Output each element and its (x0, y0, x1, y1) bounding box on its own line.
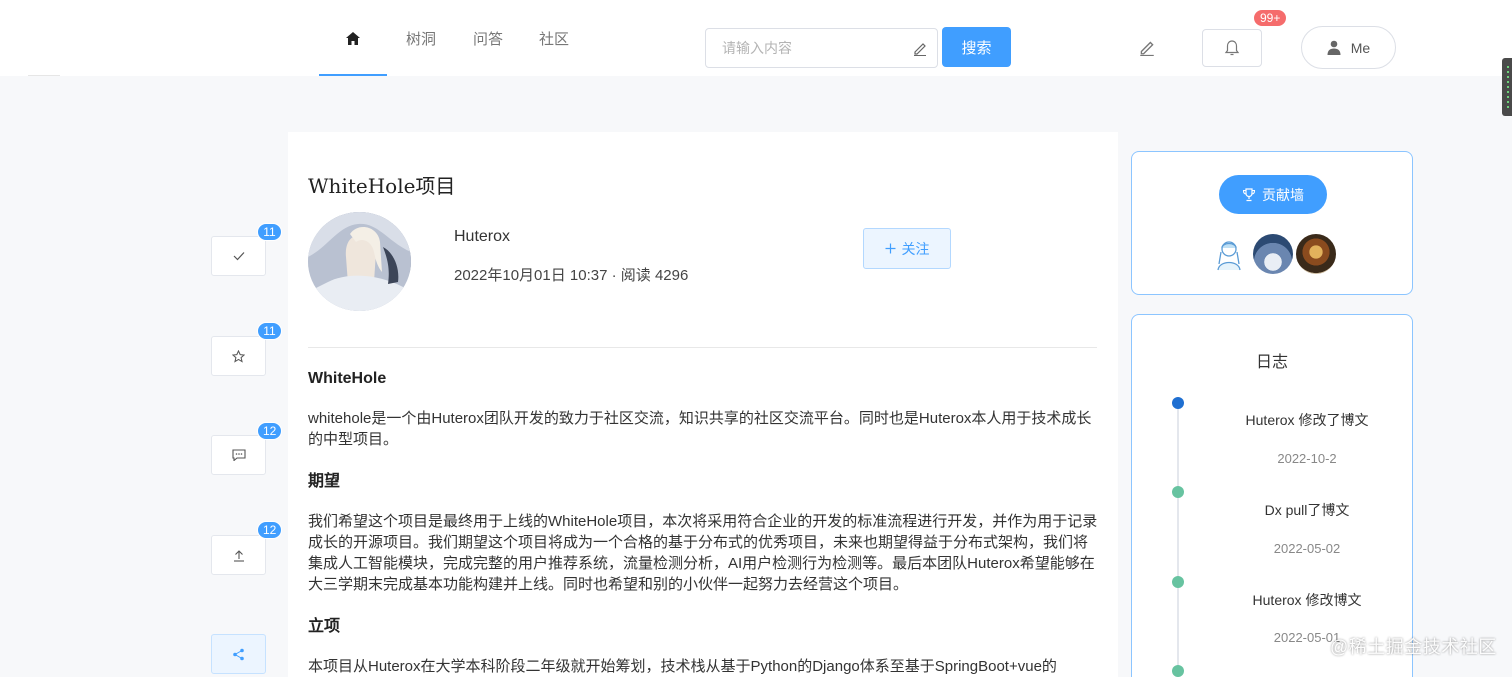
divider (28, 75, 60, 76)
comment-count-badge: 12 (257, 422, 283, 440)
log-card: 日志 Huterox 修改了博文 2022-10-2 Dx pull了博文 20… (1131, 314, 1413, 677)
like-count-badge: 11 (257, 223, 282, 241)
follow-button[interactable]: 关注 (863, 228, 951, 269)
log-entry-text[interactable]: Huterox 修改博文 (1222, 590, 1392, 610)
timeline-dot (1172, 576, 1184, 588)
nav-treehole[interactable]: 树洞 (398, 0, 444, 76)
nav-community[interactable]: 社区 (532, 0, 576, 76)
log-title: 日志 (1255, 354, 1288, 371)
contribution-wall-card: 贡献墙 (1131, 151, 1413, 295)
bell-icon (1224, 40, 1240, 56)
trophy-icon (1242, 187, 1256, 201)
contributor-avatar[interactable] (1209, 234, 1249, 274)
upload-icon (233, 549, 244, 562)
avatar-illustration (308, 212, 411, 311)
article-panel: WhiteHole项目 Huterox 2022年10月01日 10:37 · … (288, 132, 1118, 677)
divider (308, 347, 1097, 348)
pen-icon (1140, 41, 1154, 56)
nav-home[interactable] (319, 0, 387, 76)
notifications-button[interactable] (1202, 29, 1262, 67)
contribution-wall-label: 贡献墙 (1262, 186, 1304, 203)
section-paragraph: 我们希望这个项目是最终用于上线的WhiteHole项目，本次将采用符合企业的开发… (308, 513, 1098, 593)
section-heading: WhiteHole (308, 370, 387, 387)
user-icon (1327, 40, 1341, 55)
search-button[interactable]: 搜索 (942, 27, 1011, 67)
share-icon (233, 648, 244, 660)
log-entry-date: 2022-10-2 (1277, 451, 1337, 466)
timeline-dot (1172, 665, 1184, 677)
like-button[interactable] (211, 236, 266, 276)
share-button[interactable] (211, 634, 266, 674)
article-meta: 2022年10月01日 10:37 · 阅读 4296 (454, 267, 689, 284)
search-box (705, 28, 938, 68)
favorite-count-badge: 11 (257, 322, 282, 340)
notification-badge: 99+ (1253, 9, 1288, 27)
write-button[interactable] (1128, 28, 1166, 66)
home-icon (346, 31, 360, 45)
contributor-avatar[interactable] (1253, 234, 1293, 274)
section-paragraph: whitehole是一个由Huterox团队开发的致力于社区交流，知识共享的社区… (308, 410, 1092, 448)
scrollbar-thumb[interactable] (1502, 58, 1512, 116)
section-heading: 立项 (308, 618, 341, 635)
nav-qa[interactable]: 问答 (466, 0, 510, 76)
contributor-avatar[interactable] (1296, 234, 1336, 274)
user-menu-button[interactable]: Me (1301, 26, 1396, 69)
follow-label: 关注 (901, 240, 930, 257)
user-label: Me (1350, 39, 1371, 56)
timeline-dot (1172, 486, 1184, 498)
article-title: WhiteHole项目 (308, 174, 456, 198)
favorite-button[interactable] (211, 336, 266, 376)
contribution-wall-button[interactable]: 贡献墙 (1219, 175, 1327, 214)
watermark: @稀土掘金技术社区 (1330, 637, 1497, 657)
check-icon (233, 252, 244, 261)
comment-button[interactable] (211, 435, 266, 475)
pen-icon[interactable] (903, 40, 937, 56)
upload-button[interactable] (211, 535, 266, 575)
timeline-dot (1172, 397, 1184, 409)
star-icon (232, 349, 245, 363)
upload-count-badge: 12 (257, 521, 283, 539)
timeline-line (1177, 403, 1179, 677)
author-avatar[interactable] (308, 212, 411, 311)
article-content: WhiteHole whitehole是一个由Huterox团队开发的致力于社区… (308, 368, 1100, 677)
section-heading: 期望 (308, 473, 341, 490)
log-entry-text[interactable]: Huterox 修改了博文 (1222, 410, 1392, 430)
log-entry-date: 2022-05-02 (1273, 541, 1341, 556)
log-entry-text[interactable]: Dx pull了博文 (1222, 500, 1392, 520)
plus-icon (885, 243, 895, 254)
top-navbar: 树洞 问答 社区 搜索 99+ Me (0, 0, 1512, 76)
section-paragraph: 本项目从Huterox在大学本科阶段二年级就开始筹划，技术栈从基于Python的… (308, 658, 1057, 675)
author-name[interactable]: Huterox (454, 228, 510, 246)
comment-icon (231, 449, 246, 461)
search-input[interactable] (706, 30, 903, 66)
